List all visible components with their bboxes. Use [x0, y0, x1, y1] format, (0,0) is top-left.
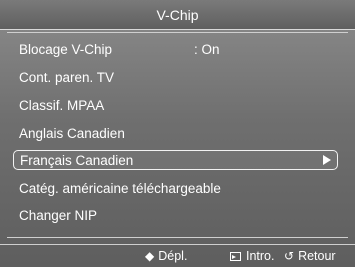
menu-item-francais-canadien[interactable]: Français Canadien: [13, 150, 338, 170]
title-bar: V-Chip: [0, 0, 355, 30]
menu-item-anglais-canadien[interactable]: Anglais Canadien: [19, 123, 339, 143]
menu-item-label: Catég. américaine téléchargeable: [19, 180, 221, 196]
menu-item-blocage-vchip[interactable]: Blocage V-Chip : On: [19, 39, 339, 59]
hint-enter-label: Intro.: [246, 249, 275, 263]
menu-item-label: Classif. MPAA: [19, 97, 105, 113]
hint-move-label: Dépl.: [158, 249, 188, 263]
hint-return-label: Retour: [298, 249, 336, 263]
updown-icon: ◆: [145, 249, 155, 263]
menu-item-label: Anglais Canadien: [19, 125, 125, 141]
menu-item-value: : On: [194, 41, 220, 57]
help-bar: ◆ Dépl. Intro. ↺ Retour: [0, 244, 355, 267]
hint-return: ↺ Retour: [284, 249, 336, 263]
return-icon: ↺: [284, 249, 295, 263]
enter-icon: [230, 251, 241, 261]
vchip-screen: V-Chip Blocage V-Chip : On Cont. paren. …: [0, 0, 355, 267]
menu-item-classif-mpaa[interactable]: Classif. MPAA: [19, 95, 339, 115]
menu-item-cont-paren-tv[interactable]: Cont. paren. TV: [19, 67, 339, 87]
menu-item-changer-nip[interactable]: Changer NIP: [19, 205, 339, 225]
menu-item-label: Cont. paren. TV: [19, 69, 115, 85]
hint-move: ◆ Dépl.: [145, 249, 187, 263]
menu-panel: Blocage V-Chip : On Cont. paren. TV Clas…: [7, 32, 348, 238]
hint-enter: Intro.: [230, 249, 275, 263]
menu-title: V-Chip: [156, 6, 199, 23]
menu-item-label: Français Canadien: [20, 152, 134, 168]
menu-item-categ-americaine[interactable]: Catég. américaine téléchargeable: [19, 178, 339, 198]
menu-item-label: Blocage V-Chip: [19, 41, 113, 57]
submenu-arrow-icon: [323, 155, 331, 165]
menu-item-label: Changer NIP: [19, 207, 98, 223]
